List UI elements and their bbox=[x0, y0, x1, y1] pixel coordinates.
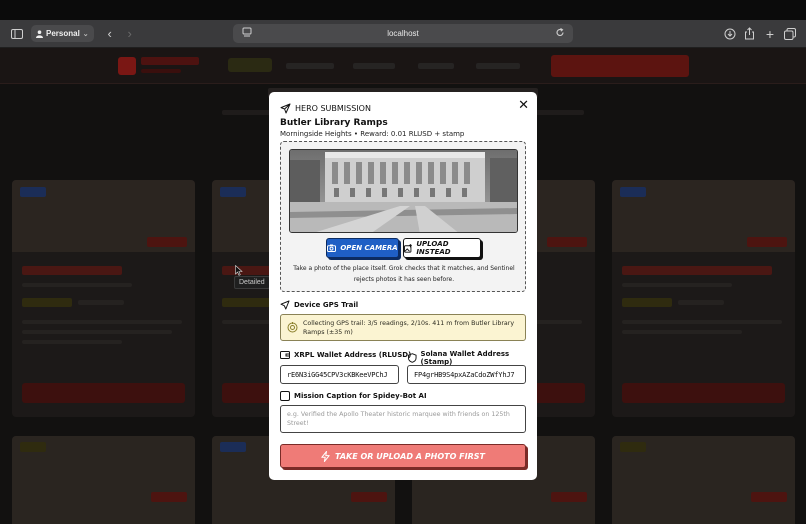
checkbox-icon[interactable] bbox=[280, 391, 290, 401]
mission-title: Butler Library Ramps bbox=[280, 118, 388, 128]
camera-icon bbox=[327, 244, 337, 252]
nav-item-4[interactable] bbox=[418, 63, 454, 69]
nav-item-1[interactable] bbox=[228, 58, 272, 72]
start-mission-button[interactable] bbox=[22, 383, 185, 403]
mission-subtitle: Morningside Heights • Reward: 0.01 RLUSD… bbox=[280, 130, 465, 138]
modal-header: HERO SUBMISSION bbox=[280, 103, 371, 114]
top-bezel bbox=[0, 0, 806, 20]
lightning-icon bbox=[321, 450, 330, 462]
profile-switcher[interactable]: Personal ⌄ bbox=[31, 25, 94, 42]
xrpl-label: XRPL Wallet Address (RLUSD) bbox=[280, 350, 411, 359]
address-bar[interactable]: localhost bbox=[233, 24, 573, 43]
nav-item-5[interactable] bbox=[476, 63, 520, 69]
submit-label: TAKE OR UPLOAD A PHOTO FIRST bbox=[334, 451, 485, 461]
back-icon[interactable]: ‹ bbox=[102, 26, 118, 42]
new-tab-icon[interactable]: + bbox=[762, 26, 778, 42]
caption-label-text: Mission Caption for Spidey-Bot AI bbox=[294, 392, 427, 400]
solana-label: Solana Wallet Address (Stamp) bbox=[408, 350, 537, 366]
submit-button[interactable]: TAKE OR UPLOAD A PHOTO FIRST bbox=[280, 444, 526, 468]
navigation-arrow-icon bbox=[280, 300, 290, 310]
mission-caption-input[interactable]: e.g. Verified the Apollo Theater histori… bbox=[280, 405, 526, 433]
photo-help-text: Take a photo of the place itself. Grok c… bbox=[293, 265, 515, 283]
browser-toolbar: Personal ⌄ ‹ › localhost + bbox=[0, 20, 806, 48]
solana-address-input[interactable]: FP4grHB9S4pxAZaCdoZWfYhJ7 bbox=[407, 365, 526, 384]
person-icon bbox=[36, 29, 43, 38]
gps-section-label: Device GPS Trail bbox=[294, 301, 359, 309]
profile-label: Personal bbox=[46, 29, 80, 38]
image-upload-icon bbox=[404, 243, 412, 253]
site-nav bbox=[0, 48, 806, 84]
sidebar-toggle-icon[interactable] bbox=[9, 26, 25, 42]
paper-plane-icon bbox=[280, 103, 291, 114]
shield-icon bbox=[408, 353, 417, 363]
location-photo bbox=[289, 149, 518, 233]
location-ring-icon bbox=[287, 322, 298, 333]
caption-label: Mission Caption for Spidey-Bot AI bbox=[280, 391, 427, 401]
open-camera-button[interactable]: OPEN CAMERA bbox=[326, 238, 399, 258]
mission-card bbox=[612, 436, 795, 524]
xrpl-address-input[interactable]: rE6N3iGG45CPV3cKBKeeVPChJ bbox=[280, 365, 399, 384]
modal-header-label: HERO SUBMISSION bbox=[295, 104, 371, 113]
share-icon[interactable] bbox=[741, 25, 757, 41]
gps-section-heading: Device GPS Trail bbox=[280, 300, 358, 310]
mission-card bbox=[12, 436, 195, 524]
brand-sub-mark bbox=[141, 69, 181, 73]
close-icon[interactable]: ✕ bbox=[518, 99, 529, 112]
brand-mark bbox=[141, 57, 199, 65]
xrpl-label-text: XRPL Wallet Address (RLUSD) bbox=[294, 350, 412, 359]
site-logo bbox=[118, 57, 136, 75]
hero-submission-modal: HERO SUBMISSION ✕ Butler Library Ramps M… bbox=[269, 92, 537, 480]
tooltip: Detailed bbox=[234, 276, 270, 289]
tabs-overview-icon[interactable] bbox=[782, 26, 798, 42]
reader-icon[interactable] bbox=[242, 27, 252, 40]
mission-card bbox=[612, 180, 795, 417]
chevron-down-icon: ⌄ bbox=[82, 30, 89, 38]
gps-status-box: Collecting GPS trail: 3/5 readings, 2/10… bbox=[280, 314, 526, 341]
open-camera-label: OPEN CAMERA bbox=[340, 244, 398, 252]
download-icon[interactable] bbox=[722, 26, 738, 42]
nav-item-3[interactable] bbox=[353, 63, 395, 69]
mission-card bbox=[12, 180, 195, 417]
mouse-pointer-icon bbox=[235, 265, 243, 276]
upload-instead-label: UPLOAD INSTEAD bbox=[416, 240, 451, 256]
url-text: localhost bbox=[387, 29, 419, 38]
solana-label-text: Solana Wallet Address (Stamp) bbox=[420, 350, 510, 366]
photo-dropzone[interactable]: OPEN CAMERA UPLOAD INSTEAD Take a photo … bbox=[280, 141, 526, 292]
reload-icon[interactable] bbox=[555, 27, 565, 40]
nav-item-2[interactable] bbox=[286, 63, 334, 69]
start-mission-button[interactable] bbox=[622, 383, 785, 403]
wallet-icon bbox=[280, 351, 290, 359]
upload-instead-button[interactable]: UPLOAD INSTEAD bbox=[403, 238, 481, 258]
forward-icon[interactable]: › bbox=[122, 26, 138, 42]
nav-cta-button[interactable] bbox=[551, 55, 689, 77]
gps-status-text: Collecting GPS trail: 3/5 readings, 2/10… bbox=[303, 320, 515, 336]
